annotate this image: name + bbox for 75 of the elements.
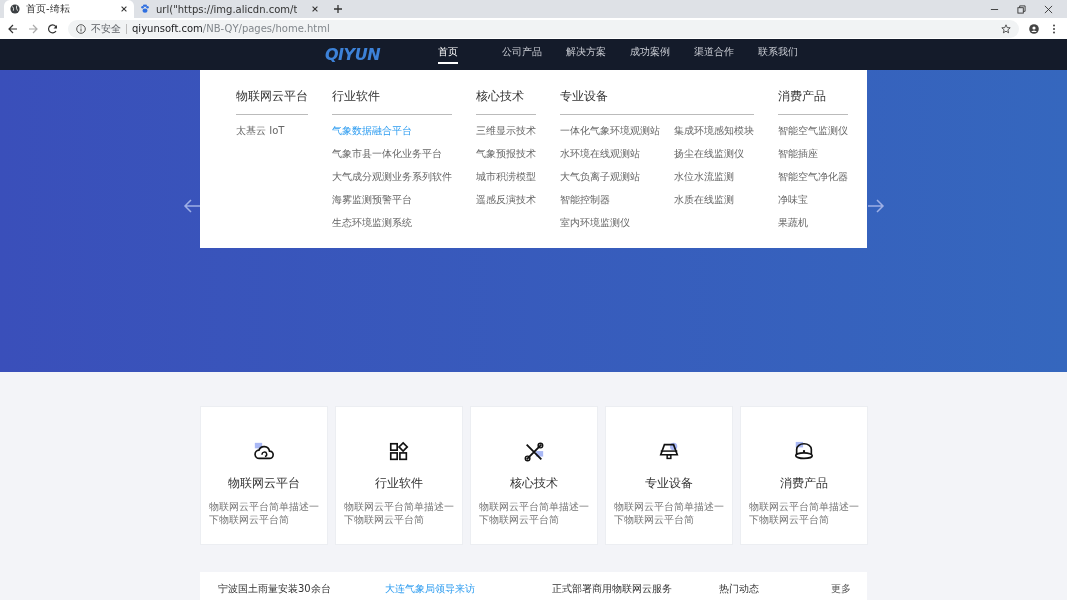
menu-item[interactable]: 气象市县一体化业务平台 <box>332 147 452 161</box>
menu-item[interactable]: 城市积涝模型 <box>476 170 536 184</box>
menu-item[interactable]: 果蔬机 <box>778 216 848 230</box>
info-icon <box>76 23 86 34</box>
browser-tab[interactable]: 首页-绮耘 <box>4 0 134 18</box>
card-title: 专业设备 <box>645 475 693 492</box>
globe-icon <box>10 4 20 14</box>
nav-link[interactable]: 成功案例 <box>630 39 694 70</box>
menu-item[interactable]: 智能插座 <box>778 147 848 161</box>
site-logo[interactable]: QIYUN <box>325 45 386 64</box>
prev-arrow-icon[interactable] <box>183 198 201 214</box>
menu-heading: 物联网云平台 <box>236 88 308 115</box>
card-description: 物联网云平台简单描述一下物联网云平台简 <box>748 500 860 526</box>
restore-icon[interactable] <box>1017 4 1026 14</box>
menu-item[interactable]: 扬尘在线监测仪 <box>674 147 754 161</box>
card-title: 物联网云平台 <box>228 475 300 492</box>
card-description: 物联网云平台简单描述一下物联网云平台简 <box>343 500 455 526</box>
nav-link[interactable]: 首页 <box>438 39 502 70</box>
account-icon[interactable] <box>1029 23 1039 34</box>
menu-item[interactable]: 水质在线监测 <box>674 193 754 207</box>
menu-heading: 消费产品 <box>778 88 848 115</box>
browser-tab[interactable]: url("https://img.alicdn.com/t <box>134 0 326 18</box>
menu-item[interactable]: 大气负离子观测站 <box>560 170 660 184</box>
next-arrow-icon[interactable] <box>867 198 885 214</box>
menu-item[interactable]: 大气成分观测业务系列软件 <box>332 170 452 184</box>
url-text: qiyunsoft.com/NB-QY/pages/home.html <box>132 23 330 34</box>
menu-heading: 核心技术 <box>476 88 536 115</box>
feature-card[interactable]: 行业软件 物联网云平台简单描述一下物联网云平台简 <box>335 406 463 545</box>
nav-link[interactable]: 渠道合作 <box>694 39 758 70</box>
menu-item[interactable]: 生态环境监测系统 <box>332 216 452 230</box>
card-description: 物联网云平台简单描述一下物联网云平台简 <box>478 500 590 526</box>
feature-card[interactable]: 核心技术 物联网云平台简单描述一下物联网云平台简 <box>470 406 598 545</box>
menu-item[interactable]: 气象预报技术 <box>476 147 536 161</box>
menu-item[interactable]: 水环境在线观测站 <box>560 147 660 161</box>
menu-item[interactable]: 遥感反演技术 <box>476 193 536 207</box>
menu-item[interactable]: 智能空气监测仪 <box>778 124 848 138</box>
nav-link[interactable]: 联系我们 <box>758 39 822 70</box>
new-tab-icon[interactable] <box>333 4 344 14</box>
menu-item[interactable]: 室内环境监测仪 <box>560 216 660 230</box>
back-icon[interactable] <box>8 23 18 34</box>
menu-item[interactable]: 太基云 IoT <box>236 124 308 138</box>
news-heading: 热门动态 <box>719 582 760 596</box>
card-title: 行业软件 <box>375 475 423 492</box>
apps-icon <box>388 441 410 463</box>
menu-item[interactable]: 净味宝 <box>778 193 848 207</box>
nav-link[interactable]: 公司产品 <box>502 39 566 70</box>
menu-heading: 专业设备 <box>560 88 754 115</box>
address-bar[interactable]: 不安全 qiyunsoft.com/NB-QY/pages/home.html <box>68 19 1019 38</box>
menu-item[interactable]: 海雾监测预警平台 <box>332 193 452 207</box>
paw-icon <box>140 4 150 14</box>
card-description: 物联网云平台简单描述一下物联网云平台简 <box>613 500 725 526</box>
card-title: 核心技术 <box>510 475 558 492</box>
feature-card[interactable]: 专业设备 物联网云平台简单描述一下物联网云平台简 <box>605 406 733 545</box>
menu-item[interactable]: 三维显示技术 <box>476 124 536 138</box>
news-link[interactable]: 正式部署商用物联网云服务 <box>552 582 719 600</box>
news-link[interactable]: 宁波国土雨量安装30余台 <box>218 582 385 600</box>
nav-link[interactable]: 解决方案 <box>566 39 630 70</box>
menu-item[interactable]: 一体化气象环境观测站 <box>560 124 660 138</box>
more-link[interactable]: 更多 <box>831 582 851 600</box>
menu-item[interactable]: 集成环境感知模块 <box>674 124 754 138</box>
menu-item[interactable]: 水位水流监测 <box>674 170 754 184</box>
card-description: 物联网云平台简单描述一下物联网云平台简 <box>208 500 320 526</box>
close-icon[interactable] <box>311 5 320 13</box>
reload-icon[interactable] <box>48 23 58 34</box>
close-icon[interactable] <box>1044 4 1053 14</box>
feature-card[interactable]: 消费产品 物联网云平台简单描述一下物联网云平台简 <box>740 406 868 545</box>
menu-item[interactable]: 智能控制器 <box>560 193 660 207</box>
menu-item[interactable]: 智能空气净化器 <box>778 170 848 184</box>
menu-heading: 行业软件 <box>332 88 452 115</box>
tools-icon <box>523 441 545 463</box>
security-label: 不安全 <box>91 21 121 36</box>
close-icon[interactable] <box>120 5 128 13</box>
star-icon[interactable] <box>1001 23 1011 34</box>
card-title: 消费产品 <box>780 475 828 492</box>
feature-card[interactable]: 物联网云平台 物联网云平台简单描述一下物联网云平台简 <box>200 406 328 545</box>
